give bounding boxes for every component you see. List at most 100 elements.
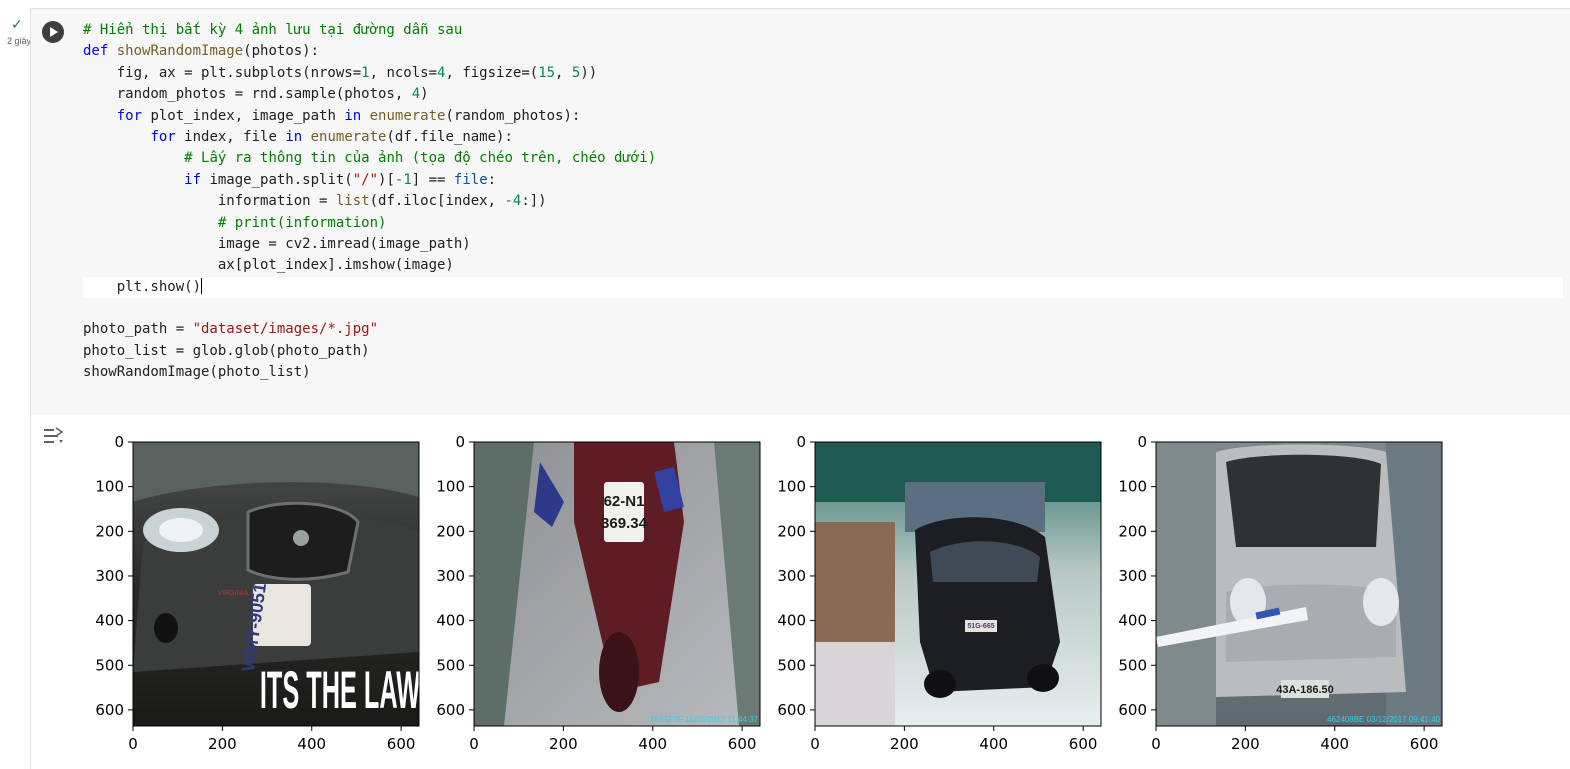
code-token: for <box>116 107 143 124</box>
code-line[interactable]: information = list(df.iloc[index, -4:]) <box>83 191 1563 212</box>
x-tick-label: 200 <box>208 735 237 753</box>
code-token: # print(information) <box>217 214 387 231</box>
x-tick-label: 0 <box>128 735 138 753</box>
code-token: photo_path = <box>83 321 193 338</box>
x-tick-label: 200 <box>549 735 578 753</box>
subplot-2-text-plate-top: 62-N1 <box>604 493 645 510</box>
subplot-2: 62-N1 369.34 16A5F0F 15/05/2017 11:44:37 <box>474 442 760 726</box>
code-token: -4 <box>504 193 522 210</box>
code-token: ] == <box>411 171 454 188</box>
y-tick-label: 0 <box>1137 433 1147 451</box>
code-token: photo_list = glob.glob(photo_path) <box>83 342 370 359</box>
x-tick-label: 400 <box>638 735 667 753</box>
code-token: )) <box>580 64 598 81</box>
code-token: (photos): <box>243 43 320 60</box>
y-tick-label: 0 <box>114 433 124 451</box>
code-token: plt.show() <box>83 278 202 295</box>
subplot-3-text-plate: 51G-665 <box>967 623 994 630</box>
y-tick-label: 400 <box>777 612 806 630</box>
subplot-figure: WMY-9051 VIRGINIA ITS THE LAW 62-N1 369.… <box>95 433 1443 753</box>
code-lines[interactable]: # Hiển thị bất kỳ 4 ảnh lưu tại đường dẫ… <box>83 20 1563 384</box>
run-cell-button[interactable] <box>42 21 64 43</box>
y-tick-label: 200 <box>95 522 124 540</box>
y-tick-label: 400 <box>95 612 124 630</box>
code-line[interactable]: # Hiển thị bất kỳ 4 ảnh lưu tại đường dẫ… <box>83 20 1563 41</box>
x-tick-label: 400 <box>979 735 1008 753</box>
code-token: # Lấy ra thông tin của ảnh (tọa độ chéo … <box>184 150 657 167</box>
code-token: image_path.split( <box>201 171 353 188</box>
code-token: , figsize=( <box>445 64 539 81</box>
code-token: -1 <box>394 171 412 188</box>
code-token: fig, ax = plt.subplots(nrows= <box>83 64 362 81</box>
y-tick-label: 500 <box>95 656 124 674</box>
y-tick-label: 400 <box>436 612 465 630</box>
y-tick-label: 200 <box>1118 522 1147 540</box>
code-line[interactable]: image = cv2.imread(image_path) <box>83 234 1563 255</box>
code-token: , <box>555 64 572 81</box>
code-token: if <box>184 171 202 188</box>
y-tick-label: 600 <box>95 701 124 719</box>
y-tick-label: 300 <box>95 567 124 585</box>
x-tick-label: 600 <box>1410 735 1439 753</box>
code-token: enumerate <box>369 107 446 124</box>
code-line[interactable]: for index, file in enumerate(df.file_nam… <box>83 127 1563 148</box>
y-tick-label: 0 <box>455 433 465 451</box>
y-tick-label: 0 <box>796 433 806 451</box>
y-tick-label: 200 <box>777 522 806 540</box>
y-tick-label: 300 <box>436 567 465 585</box>
code-token: (df.file_name): <box>386 128 513 145</box>
subplot-4-text-plate: 43A-186.50 <box>1276 684 1334 696</box>
code-token: , ncols= <box>369 64 438 81</box>
y-tick-label: 400 <box>1118 612 1147 630</box>
code-line[interactable]: plt.show() <box>83 276 1563 299</box>
output-toggle-icon[interactable] <box>42 426 64 446</box>
code-line[interactable]: showRandomImage(photo_list) <box>83 362 1563 383</box>
code-token: information = <box>83 193 336 210</box>
subplot-1-text-state: VIRGINIA <box>218 590 249 597</box>
x-tick-label: 600 <box>728 735 757 753</box>
code-line[interactable]: random_photos = rnd.sample(photos, 4) <box>83 84 1563 105</box>
code-token: in <box>285 128 303 145</box>
subplot-4-text-timestamp: 462408BE 03/12/2017 09:41:40 <box>1327 715 1441 724</box>
cell-gutter: ✓ 2 giây <box>0 0 31 768</box>
subplot-4: 43A-186.50 462408BE 03/12/2017 09:41:40 <box>1156 442 1442 726</box>
code-line[interactable]: fig, ax = plt.subplots(nrows=1, ncols=4,… <box>83 63 1563 84</box>
code-line[interactable]: if image_path.split("/")[-1] == file: <box>83 170 1563 191</box>
code-token: index, file <box>175 128 286 145</box>
code-token: file <box>453 171 488 188</box>
x-tick-label: 0 <box>1151 735 1161 753</box>
code-token: for <box>150 128 176 145</box>
y-tick-label: 100 <box>436 478 465 496</box>
code-token: ) <box>420 86 429 103</box>
x-tick-label: 0 <box>810 735 820 753</box>
subplot-2-text-timestamp: 16A5F0F 15/05/2017 11:44:37 <box>650 715 758 724</box>
x-tick-label: 600 <box>1069 735 1098 753</box>
y-tick-label: 600 <box>436 701 465 719</box>
code-line[interactable]: for plot_index, image_path in enumerate(… <box>83 106 1563 127</box>
x-tick-label: 600 <box>387 735 416 753</box>
code-token: plot_index, image_path <box>142 107 345 124</box>
code-line[interactable]: photo_list = glob.glob(photo_path) <box>83 341 1563 362</box>
code-line[interactable]: ax[plot_index].imshow(image) <box>83 255 1563 276</box>
code-token: # Hiển thị bất kỳ 4 ảnh lưu tại đường dẫ… <box>83 22 463 38</box>
subplot-1: WMY-9051 VIRGINIA ITS THE LAW <box>133 442 421 726</box>
code-line[interactable] <box>83 298 1563 319</box>
code-line[interactable]: # print(information) <box>83 213 1563 234</box>
y-tick-label: 500 <box>777 656 806 674</box>
code-line[interactable]: photo_path = "dataset/images/*.jpg" <box>83 319 1563 340</box>
code-line[interactable]: # Lấy ra thông tin của ảnh (tọa độ chéo … <box>83 148 1563 169</box>
code-token: 15 <box>538 64 556 81</box>
y-tick-label: 500 <box>436 656 465 674</box>
code-token: "/" <box>352 171 379 188</box>
x-tick-label: 400 <box>297 735 326 753</box>
code-token: "dataset/images/*.jpg" <box>192 321 379 338</box>
code-token: 1 <box>361 64 370 81</box>
code-token: enumerate <box>310 128 387 145</box>
code-line[interactable]: def showRandomImage(photos): <box>83 41 1563 62</box>
y-tick-label: 200 <box>436 522 465 540</box>
